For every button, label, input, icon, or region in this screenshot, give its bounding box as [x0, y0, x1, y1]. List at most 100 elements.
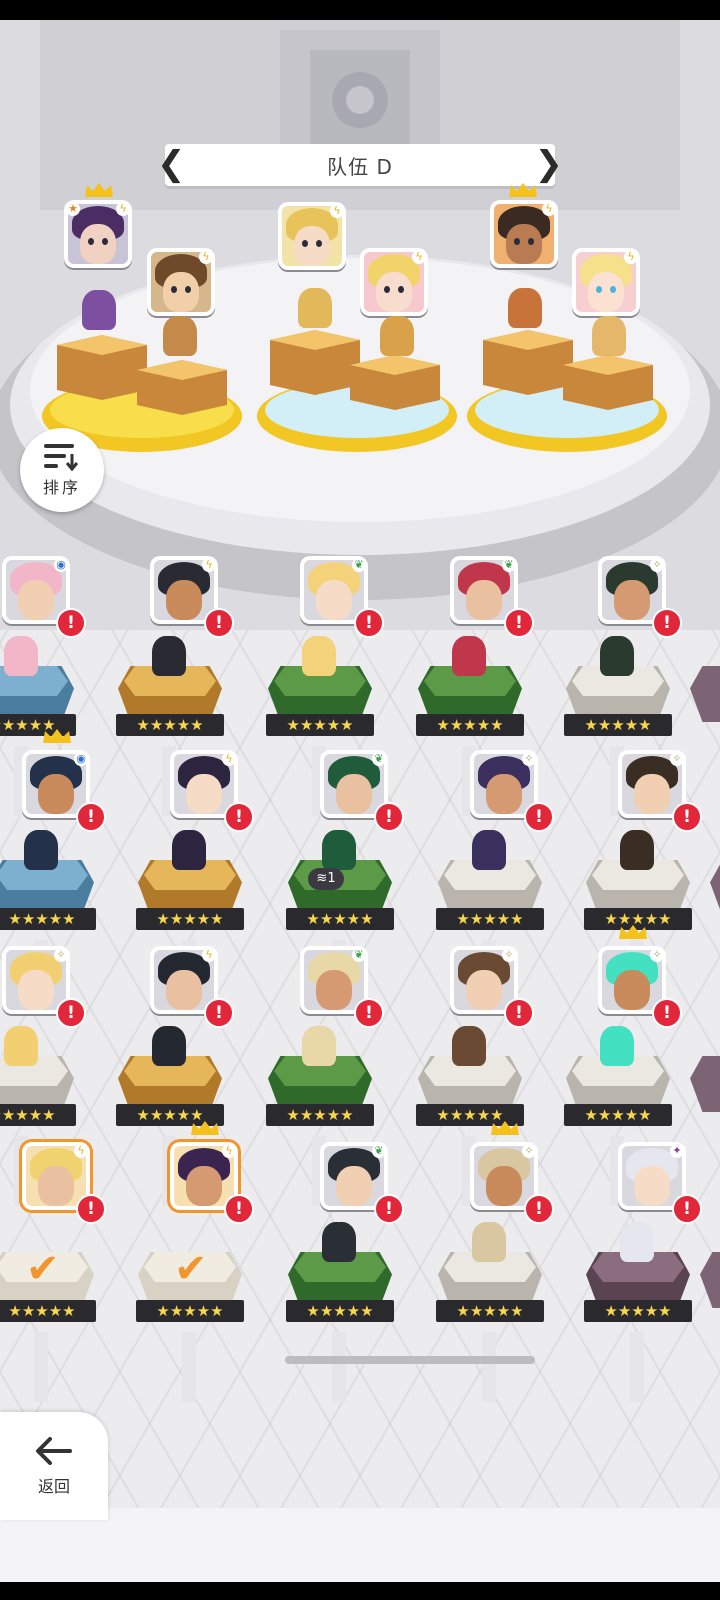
light-icon: ✧ — [650, 948, 664, 962]
scroll-indicator[interactable] — [285, 1356, 535, 1364]
navigation-bar — [0, 1582, 720, 1600]
pedestal — [700, 1252, 720, 1316]
alert-badge: ! — [354, 998, 384, 1028]
slot-2-member-portrait[interactable]: ϟ — [360, 248, 428, 316]
dark-icon: ✦ — [670, 1144, 684, 1158]
pedestal-pole — [332, 1332, 346, 1402]
alert-badge: ! — [504, 608, 534, 638]
selected-check-icon: ✔ — [26, 1246, 60, 1292]
wind-icon: ❦ — [372, 752, 386, 766]
next-team-chevron-icon[interactable]: ❯ — [535, 147, 564, 181]
slot-1-leader-sprite — [82, 290, 116, 330]
pedestal — [710, 860, 720, 924]
alert-badge: ! — [524, 802, 554, 832]
star-rating: ★★★★★ — [0, 1300, 96, 1322]
wind-icon: ❦ — [372, 1144, 386, 1158]
alert-badge: ! — [204, 608, 234, 638]
character-sprite — [4, 636, 38, 676]
wind-icon: ❦ — [352, 558, 366, 572]
character-sprite — [302, 1026, 336, 1066]
star-rating: ★★★★★ — [584, 1300, 692, 1322]
lightning-icon: ϟ — [624, 250, 638, 264]
slot-1-member-sprite — [163, 316, 197, 356]
leader-crown-icon — [43, 729, 71, 743]
leader-crown-icon — [191, 1121, 219, 1135]
portrait-face — [18, 580, 54, 620]
lightning-icon: ϟ — [412, 250, 426, 264]
alert-badge: ! — [354, 608, 384, 638]
character-sprite — [620, 1222, 654, 1262]
portrait-face — [316, 580, 352, 620]
pedestal-pole — [34, 1332, 48, 1402]
slot-3-leader-portrait[interactable]: ϟ — [490, 200, 558, 268]
alert-badge: ! — [524, 1194, 554, 1224]
light-icon: ✧ — [502, 948, 516, 962]
portrait-face — [336, 774, 372, 814]
alert-badge: ! — [56, 998, 86, 1028]
pedestal-base — [710, 860, 720, 916]
slot-3-member-portrait[interactable]: ϟ — [572, 248, 640, 316]
portrait-face — [186, 1166, 222, 1206]
sort-button[interactable]: 排序 — [20, 428, 104, 512]
prev-team-chevron-icon[interactable]: ❮ — [157, 147, 186, 181]
lightning-icon: ϟ — [74, 1144, 88, 1158]
portrait-face — [316, 970, 352, 1010]
light-icon: ✧ — [650, 558, 664, 572]
character-sprite — [620, 830, 654, 870]
leader-crown-icon — [619, 925, 647, 939]
lightning-icon: ϟ — [222, 752, 236, 766]
star-rating: ★★★★★ — [416, 714, 524, 736]
water-icon: ◉ — [74, 752, 88, 766]
back-button[interactable]: 返回 — [0, 1412, 108, 1520]
back-label: 返回 — [37, 1477, 70, 1496]
portrait-face — [166, 580, 202, 620]
bottom-strip — [0, 1508, 720, 1582]
star-rating: ★★★★★ — [0, 908, 96, 930]
star-rating: ★★★★★ — [564, 1104, 672, 1126]
alert-badge: ! — [652, 608, 682, 638]
character-sprite — [600, 1026, 634, 1066]
star-rating: ★★★★★ — [116, 714, 224, 736]
slot-1-leader-portrait[interactable]: ★ ϟ — [64, 200, 132, 268]
water-icon: ◉ — [54, 558, 68, 572]
portrait-face — [466, 580, 502, 620]
pedestal-pole — [182, 1332, 196, 1402]
character-sprite — [152, 1026, 186, 1066]
portrait-face — [486, 1166, 522, 1206]
light-icon: ✧ — [522, 752, 536, 766]
slot-2-member-sprite — [380, 316, 414, 356]
alert-badge: ! — [56, 608, 86, 638]
slot-2-pedestals — [270, 330, 440, 410]
star-rating: ★★★★★ — [436, 908, 544, 930]
lightning-icon: ϟ — [202, 558, 216, 572]
character-sprite — [302, 636, 336, 676]
character-sprite — [472, 830, 506, 870]
alert-badge: ! — [374, 802, 404, 832]
portrait-face — [38, 774, 74, 814]
star-rating: ★★★★★ — [564, 714, 672, 736]
star-rating: ★★★★★ — [136, 908, 244, 930]
portrait-face — [466, 970, 502, 1010]
team-screen: ❮ 队伍 D ❯ ★ ϟ ϟ ϟ ϟ ϟ ϟ 排序 ★★★★ ◉ ! ★★★★★… — [0, 20, 720, 1582]
alert-badge: ! — [76, 802, 106, 832]
portrait-face — [486, 774, 522, 814]
lightning-icon: ϟ — [330, 204, 344, 218]
portrait-face — [634, 774, 670, 814]
star-rating: ★★★★★ — [0, 1104, 76, 1126]
alert-badge: ! — [504, 998, 534, 1028]
alert-badge: ! — [374, 1194, 404, 1224]
stack-badge: ≋1 — [308, 868, 344, 890]
sort-icon — [44, 444, 79, 472]
portrait-face — [38, 1166, 74, 1206]
lightning-icon: ϟ — [202, 948, 216, 962]
leader-crown-icon — [85, 183, 113, 197]
slot-2-leader-portrait[interactable]: ϟ — [278, 202, 346, 270]
portrait-face — [634, 1166, 670, 1206]
selected-check-icon: ✔ — [174, 1246, 208, 1292]
character-sprite — [472, 1222, 506, 1262]
character-sprite — [4, 1026, 38, 1066]
lightning-icon: ϟ — [222, 1144, 236, 1158]
slot-1-member-portrait[interactable]: ϟ — [147, 248, 215, 316]
back-arrow-icon — [36, 1437, 72, 1465]
character-sprite — [172, 830, 206, 870]
